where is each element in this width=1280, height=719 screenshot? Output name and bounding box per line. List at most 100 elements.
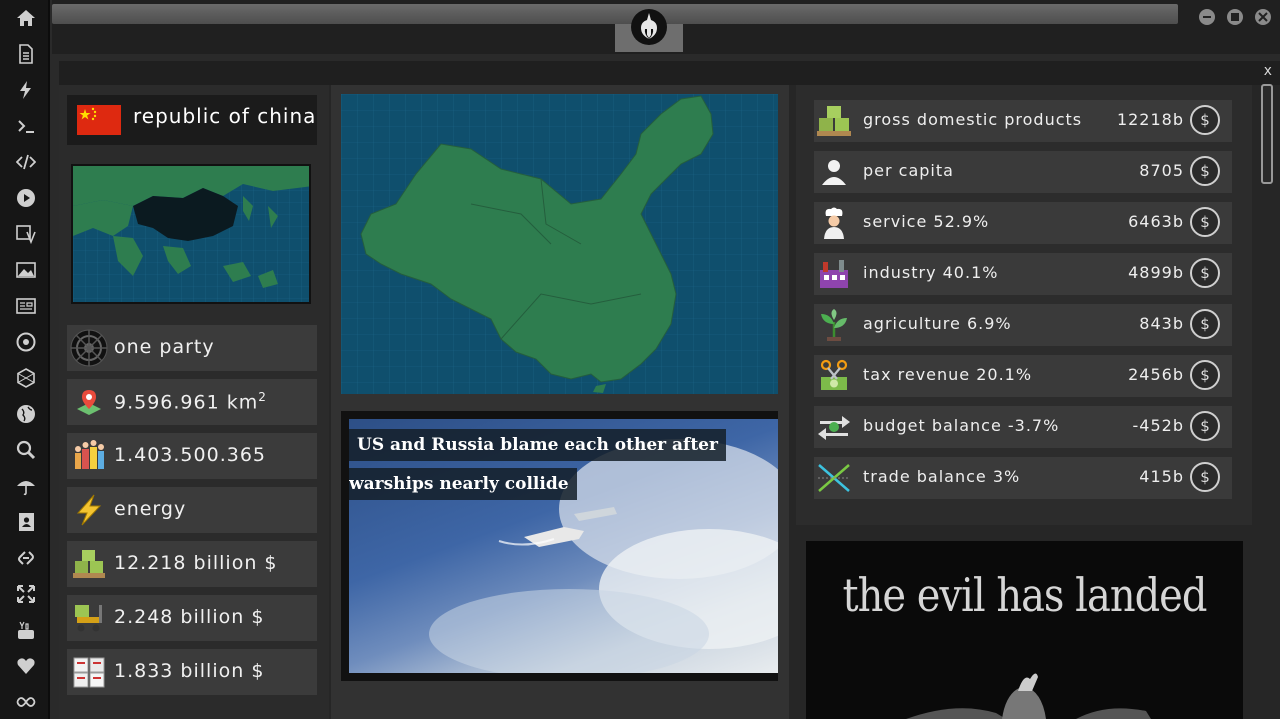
area-stat: 9.596.961 km2: [67, 379, 317, 425]
factory-icon: [814, 255, 854, 293]
code-icon[interactable]: [13, 149, 39, 175]
money-pallet-icon: [69, 545, 109, 583]
government-stat: one party: [67, 325, 317, 371]
economy-label: trade balance 3%: [863, 467, 1021, 486]
scrollbar-thumb[interactable]: [1261, 84, 1273, 184]
forklift-money-icon: [69, 599, 109, 637]
map-pin-icon: [69, 383, 109, 421]
dollar-icon[interactable]: $: [1190, 411, 1220, 441]
contacts-icon[interactable]: [13, 509, 39, 535]
import-value: 1.833 billion $: [114, 660, 265, 682]
population-value: 1.403.500.365: [114, 444, 267, 466]
person-icon: [814, 153, 854, 191]
economy-value: 415b: [1139, 467, 1184, 486]
economy-value: -452b: [1132, 416, 1184, 435]
link-icon[interactable]: [13, 545, 39, 571]
document-icon[interactable]: [13, 41, 39, 67]
close-window-button[interactable]: [1255, 9, 1271, 25]
economy-row-per-capita: per capita 8705 $: [814, 151, 1232, 193]
empire-emblem-icon: [69, 329, 109, 367]
news-card[interactable]: US and Russia blame each other after war…: [341, 411, 778, 681]
boxes-icon: [69, 653, 109, 691]
area-value: 9.596.961 km2: [114, 390, 267, 414]
economy-row-budget-balance: budget balance -3.7% -452b $: [814, 406, 1232, 448]
economy-value: 8705: [1139, 161, 1184, 180]
exchange-arrows-icon: [814, 408, 854, 446]
country-map[interactable]: [341, 94, 778, 394]
economy-label: gross domestic products: [863, 110, 1083, 129]
money-pallet-icon: [814, 102, 854, 140]
energy-icon: [69, 491, 109, 529]
dollar-icon[interactable]: $: [1190, 462, 1220, 492]
translate-icon[interactable]: [13, 221, 39, 247]
economy-label: tax revenue 20.1%: [863, 365, 1033, 384]
dollar-icon[interactable]: $: [1190, 309, 1220, 339]
economy-label: service 52.9%: [863, 212, 990, 231]
country-title-box: republic of china: [67, 95, 317, 145]
scissors-money-icon: [814, 357, 854, 395]
economy-value: 843b: [1139, 314, 1184, 333]
terminal-icon[interactable]: [13, 113, 39, 139]
economy-value: 12218b: [1116, 110, 1184, 129]
economy-row-tax-revenue: tax revenue 20.1% 2456b $: [814, 355, 1232, 397]
maximize-button[interactable]: [1227, 9, 1243, 25]
country-media: US and Russia blame each other after war…: [331, 85, 789, 719]
economy-label: agriculture 6.9%: [863, 314, 1012, 333]
resource-value: energy: [114, 498, 187, 520]
search-icon[interactable]: [13, 437, 39, 463]
address-field[interactable]: [52, 4, 1178, 24]
world-minimap[interactable]: [71, 164, 311, 304]
import-stat: 1.833 billion $: [67, 649, 317, 695]
economy-label: per capita: [863, 161, 954, 180]
empire-icon[interactable]: [13, 329, 39, 355]
economy-row-service: service 52.9% 6463b $: [814, 202, 1232, 244]
fullscreen-icon[interactable]: [13, 581, 39, 607]
economy-label: budget balance -3.7%: [863, 416, 1060, 435]
economy-row-trade-balance: trade balance 3% 415b $: [814, 457, 1232, 499]
economy-label: industry 40.1%: [863, 263, 999, 282]
heart-icon[interactable]: [13, 653, 39, 679]
economy-value: 4899b: [1128, 263, 1184, 282]
home-icon[interactable]: [13, 5, 39, 31]
economy-row-agriculture: agriculture 6.9% 843b $: [814, 304, 1232, 346]
economy-row-gdp: gross domestic products 12218b $: [814, 100, 1232, 142]
umbrella-icon[interactable]: [13, 473, 39, 499]
chef-icon: [814, 204, 854, 242]
news-headline-line1[interactable]: US and Russia blame each other after: [349, 429, 726, 461]
youtube-icon[interactable]: [13, 617, 39, 643]
play-icon[interactable]: [13, 185, 39, 211]
export-value: 2.248 billion $: [114, 606, 265, 628]
gdp-value: 12.218 billion $: [114, 552, 278, 574]
dollar-icon[interactable]: $: [1190, 207, 1220, 237]
lightning-icon[interactable]: [13, 77, 39, 103]
sidebar: [0, 0, 50, 719]
dollar-icon[interactable]: $: [1190, 156, 1220, 186]
trade-cross-icon: [814, 459, 854, 497]
hexagon-icon[interactable]: [13, 365, 39, 391]
news-icon[interactable]: [13, 293, 39, 319]
economy-row-industry: industry 40.1% 4899b $: [814, 253, 1232, 295]
country-summary: republic of china one party 9.596.961 km…: [59, 85, 329, 719]
top-bar: [52, 0, 1280, 54]
population-stat: 1.403.500.365: [67, 433, 317, 479]
economy-panel: gross domestic products 12218b $ per cap…: [796, 85, 1252, 525]
plant-icon: [814, 306, 854, 344]
news-image[interactable]: US and Russia blame each other after war…: [349, 419, 778, 673]
government-type: one party: [114, 336, 215, 358]
dollar-icon[interactable]: $: [1190, 258, 1220, 288]
rebel-alliance-icon[interactable]: [630, 8, 668, 46]
promo-banner[interactable]: the evil has landed: [806, 541, 1243, 719]
dollar-icon[interactable]: $: [1190, 105, 1220, 135]
economy-value: 2456b: [1128, 365, 1184, 384]
image-icon[interactable]: [13, 257, 39, 283]
country-name: republic of china: [133, 104, 317, 128]
dollar-icon[interactable]: $: [1190, 360, 1220, 390]
panel-header: x: [59, 61, 1280, 85]
infinity-icon[interactable]: [13, 689, 39, 715]
resource-stat: energy: [67, 487, 317, 533]
globe-icon[interactable]: [13, 401, 39, 427]
close-panel-button[interactable]: x: [1264, 63, 1272, 79]
gdp-stat: 12.218 billion $: [67, 541, 317, 587]
news-headline-line2[interactable]: warships nearly collide: [349, 468, 577, 500]
minimize-button[interactable]: [1199, 9, 1215, 25]
